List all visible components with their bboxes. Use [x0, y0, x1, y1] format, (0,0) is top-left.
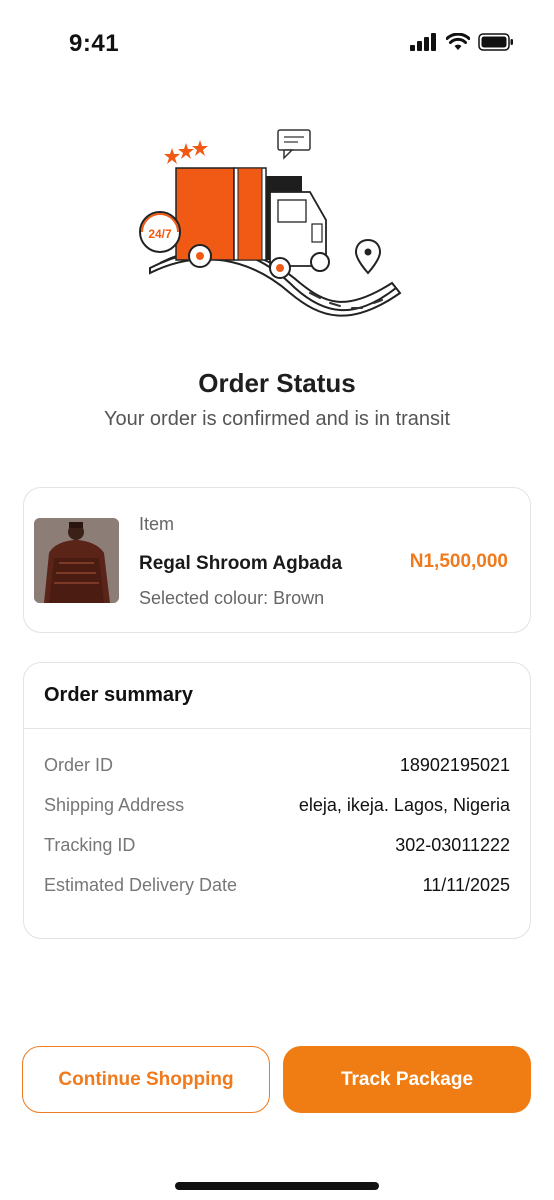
shipping-address-label: Shipping Address: [44, 794, 185, 815]
status-icons: [410, 33, 514, 51]
order-summary-title: Order summary: [44, 684, 193, 706]
status-time: 9:41: [69, 30, 120, 57]
page-subtitle: Your order is confirmed and is in transi…: [103, 408, 451, 430]
item-colour: Selected colour: Brown: [139, 588, 325, 608]
continue-shopping-button[interactable]: Continue Shopping: [22, 1046, 270, 1113]
order-id-label: Order ID: [44, 754, 114, 775]
delivery-date-label: Estimated Delivery Date: [44, 874, 238, 895]
location-pin-icon: [354, 238, 382, 275]
cellular-signal-icon: [410, 33, 436, 51]
summary-row-delivery-date: Estimated Delivery Date 11/11/2025: [44, 865, 510, 905]
item-label: Item: [139, 514, 175, 534]
home-indicator: [175, 1182, 379, 1190]
item-card: Item Regal Shroom Agbada N1,500,000 Sele…: [23, 487, 531, 633]
order-summary-header: Order summary: [24, 663, 530, 729]
order-summary-card: Order summary Order ID 18902195021 Shipp…: [23, 662, 531, 939]
product-image: [34, 518, 119, 603]
status-bar: 9:41: [0, 0, 554, 92]
summary-row-tracking-id: Tracking ID 302-03011222: [44, 825, 510, 865]
summary-row-shipping-address: Shipping Address eleja, ikeja. Lagos, Ni…: [44, 785, 510, 825]
item-price: N1,500,000: [409, 551, 508, 572]
badge-text: 24/7: [148, 227, 172, 241]
track-package-button[interactable]: Track Package: [283, 1046, 531, 1113]
chat-bubble-icon: [277, 129, 311, 160]
stars-icon: [164, 140, 208, 164]
delivery-truck-illustration: 24/7: [130, 128, 410, 348]
summary-row-order-id: Order ID 18902195021: [44, 745, 510, 785]
delivery-date-value: 11/11/2025: [422, 874, 510, 895]
order-id-value: 18902195021: [399, 754, 510, 775]
wifi-icon: [446, 33, 470, 50]
shipping-address-value: eleja, ikeja. Lagos, Nigeria: [298, 794, 510, 815]
battery-icon: [478, 33, 513, 51]
page-title: Order Status: [198, 368, 356, 398]
item-name: Regal Shroom Agbada: [139, 553, 343, 574]
order-summary-rows: Order ID 18902195021 Shipping Address el…: [24, 729, 530, 905]
tracking-id-value: 302-03011222: [395, 834, 510, 855]
tracking-id-label: Tracking ID: [44, 834, 136, 855]
